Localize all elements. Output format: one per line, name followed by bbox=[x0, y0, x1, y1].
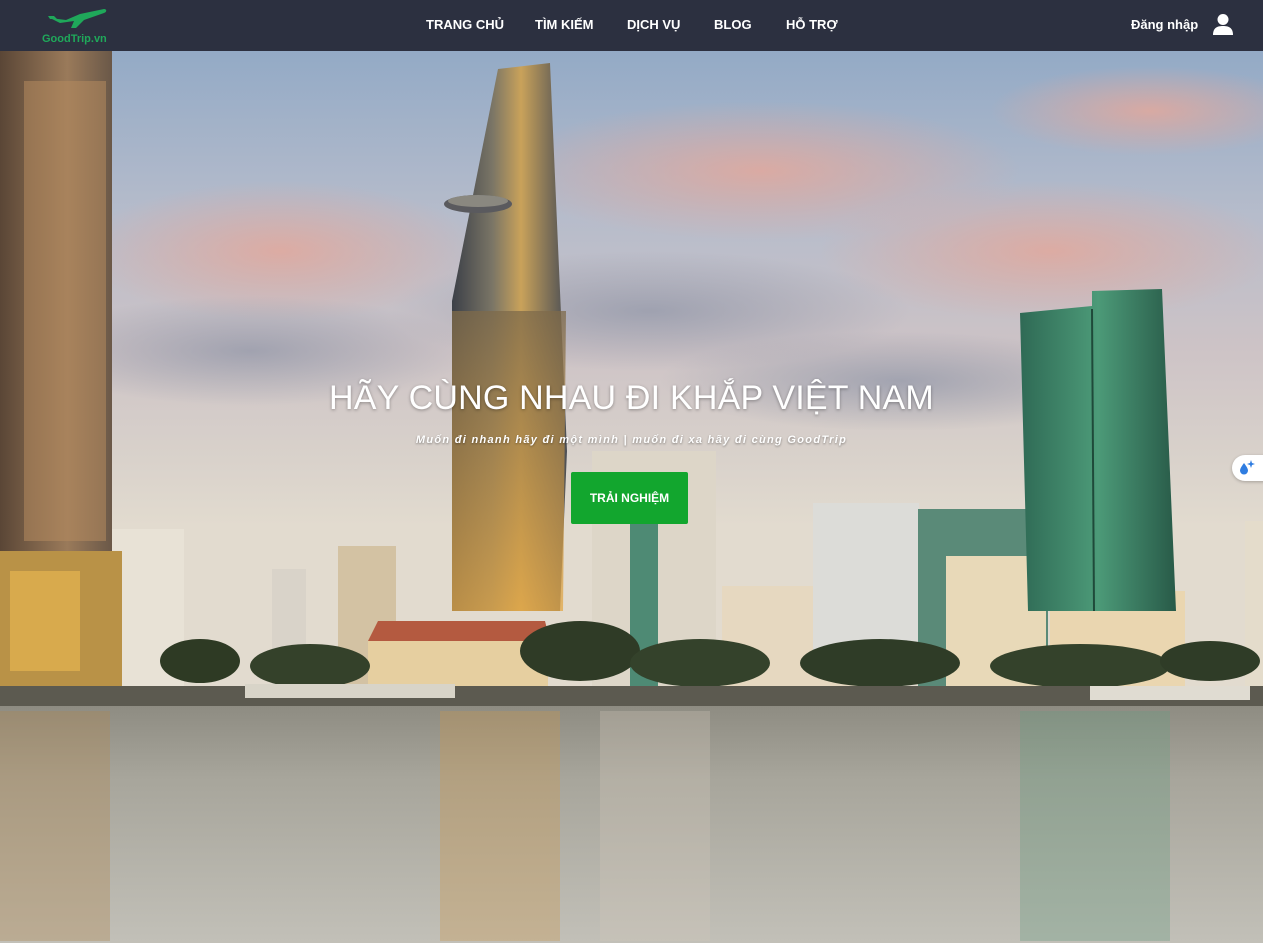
page: GoodTrip.vn TRANG CHỦ TÌM KIẾM DỊCH VỤ B… bbox=[0, 0, 1263, 943]
floating-widget[interactable] bbox=[1232, 455, 1263, 481]
hero-title: HÃY CÙNG NHAU ĐI KHẮP VIỆT NAM bbox=[329, 379, 934, 417]
nav-item-tim-kiem[interactable]: TÌM KIẾM bbox=[535, 17, 594, 32]
nav-item-dich-vu[interactable]: DỊCH VỤ bbox=[627, 17, 680, 32]
nav-item-trang-chu[interactable]: TRANG CHỦ bbox=[426, 17, 504, 32]
hero-subtitle: Muốn đi nhanh hãy đi một mình | muốn đi … bbox=[415, 434, 848, 446]
hero-section: HÃY CÙNG NHAU ĐI KHẮP VIỆT NAM Muốn đi n… bbox=[0, 51, 1263, 943]
login-link[interactable]: Đăng nhập bbox=[1131, 17, 1198, 32]
main-nav: TRANG CHỦ TÌM KIẾM DỊCH VỤ BLOG HỖ TRỢ bbox=[0, 0, 1263, 51]
navbar: GoodTrip.vn TRANG CHỦ TÌM KIẾM DỊCH VỤ B… bbox=[0, 0, 1263, 51]
user-icon[interactable] bbox=[1212, 13, 1234, 37]
experience-button[interactable]: TRẢI NGHIỆM bbox=[571, 472, 688, 524]
nav-item-blog[interactable]: BLOG bbox=[714, 17, 752, 32]
sparkle-drop-icon bbox=[1240, 460, 1255, 475]
nav-item-ho-tro[interactable]: HỖ TRỢ bbox=[786, 17, 838, 32]
